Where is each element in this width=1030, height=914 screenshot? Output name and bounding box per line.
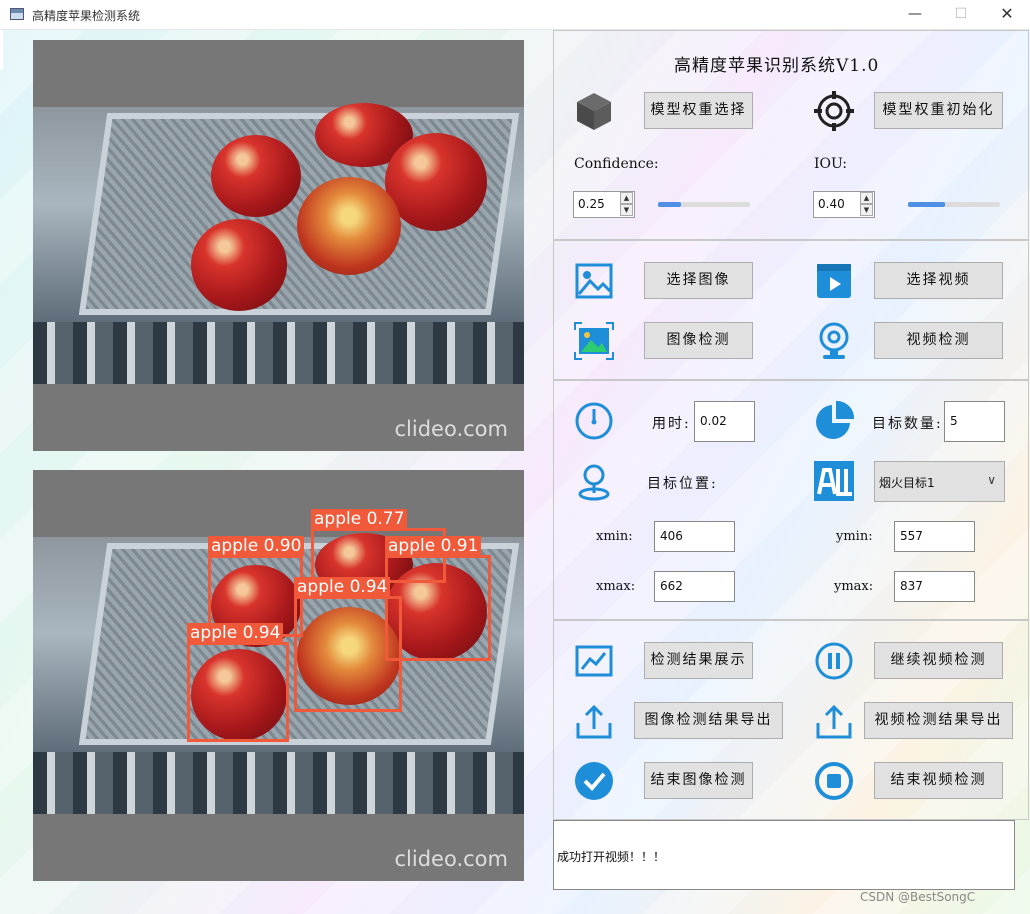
title-bar: 高精度苹果检测系统 — ☐ ✕ [0, 0, 1030, 30]
watermark: clideo.com [394, 417, 508, 441]
init-weights-button[interactable]: 模型权重初始化 [874, 92, 1003, 129]
xmax-label: xmax: [596, 579, 636, 594]
apple-image [297, 177, 401, 275]
detection-image-panel: apple 0.77 apple 0.90 apple 0.91 apple 0… [33, 470, 524, 881]
end-image-button[interactable]: 结束图像检测 [644, 762, 753, 799]
window-edge [0, 30, 3, 70]
cube-icon [577, 93, 611, 130]
spin-down-icon[interactable]: ▼ [620, 204, 633, 216]
select-image-button[interactable]: 选择图像 [644, 262, 753, 299]
app-icon [10, 8, 24, 20]
image-detect-button[interactable]: 图像检测 [644, 322, 753, 359]
image-detect-icon [574, 322, 614, 360]
iou-slider[interactable] [908, 202, 1000, 207]
model-section: 高精度苹果识别系统V1.0 模型权重选择 模型权重初始化 Confidence:… [553, 30, 1029, 240]
ymin-field[interactable]: 557 [894, 521, 975, 552]
count-label: 目标数量: [872, 416, 943, 432]
minimize-button[interactable]: — [892, 0, 938, 30]
target-select-value: 烟火目标1 [879, 476, 935, 490]
xmax-field[interactable]: 662 [654, 571, 735, 602]
detection-label: apple 0.77 [311, 509, 408, 529]
apple-image [385, 133, 487, 231]
pie-chart-icon [816, 401, 854, 439]
spin-up-icon[interactable]: ▲ [860, 192, 873, 204]
close-button[interactable]: ✕ [984, 0, 1030, 30]
detection-box: apple 0.94 [294, 577, 402, 712]
status-log: 成功打开视频！！！ [553, 820, 1015, 890]
time-field[interactable]: 0.02 [694, 401, 755, 442]
iou-label: IOU: [814, 156, 848, 172]
window-title: 高精度苹果检测系统 [32, 9, 141, 23]
check-circle-icon [575, 762, 613, 800]
confidence-label: Confidence: [574, 156, 659, 172]
line-chart-icon [575, 645, 613, 677]
target-select[interactable]: 烟火目标1 ∨ [874, 461, 1005, 502]
time-label: 用时: [652, 416, 691, 432]
xmin-label: xmin: [596, 529, 633, 544]
position-label: 目标位置: [647, 476, 718, 492]
detection-label: apple 0.94 [294, 577, 391, 597]
spin-down-icon[interactable]: ▼ [860, 204, 873, 216]
detection-label: apple 0.90 [208, 536, 305, 556]
pause-icon [815, 642, 853, 680]
export-video-button[interactable]: 视频检测结果导出 [864, 702, 1013, 739]
image-icon [575, 263, 613, 299]
continue-video-button[interactable]: 继续视频检测 [874, 642, 1003, 679]
video-icon [817, 264, 851, 298]
stats-section: 用时: 0.02 目标数量: 5 目标位置: 烟火目标1 ∨ xmin: 406… [553, 380, 1029, 620]
original-image-panel: clideo.com [33, 40, 524, 451]
iou-spinbox[interactable]: 0.40 ▲ ▼ [813, 191, 875, 218]
ymin-label: ymin: [836, 529, 873, 544]
detection-box: apple 0.94 [187, 623, 289, 742]
detection-label: apple 0.91 [385, 536, 482, 556]
results-section: 检测结果展示 继续视频检测 图像检测结果导出 视频检测结果导出 结束图像检测 结… [553, 620, 1029, 820]
ymax-field[interactable]: 837 [894, 571, 975, 602]
upload-icon [576, 704, 612, 739]
confidence-spinbox[interactable]: 0.25 ▲ ▼ [573, 191, 635, 218]
chevron-down-icon: ∨ [987, 473, 996, 487]
location-pin-icon [578, 464, 610, 501]
iou-value: 0.40 [818, 197, 845, 211]
apple-image [191, 219, 287, 311]
export-image-button[interactable]: 图像检测结果导出 [634, 702, 783, 739]
all-targets-icon [814, 461, 854, 501]
stop-icon [815, 762, 853, 800]
confidence-value: 0.25 [578, 197, 605, 211]
select-video-button[interactable]: 选择视频 [874, 262, 1003, 299]
confidence-slider[interactable] [658, 202, 750, 207]
ymax-label: ymax: [834, 579, 874, 594]
webcam-icon [819, 322, 849, 359]
upload-icon [816, 704, 852, 739]
page-title: 高精度苹果识别系统V1.0 [674, 56, 880, 76]
watermark: clideo.com [394, 847, 508, 871]
timer-icon [575, 402, 613, 440]
confidence-slider-fill [658, 202, 681, 207]
footer-credit: CSDN @BestSongC [860, 890, 976, 904]
end-video-button[interactable]: 结束视频检测 [874, 762, 1003, 799]
iou-slider-fill [908, 202, 945, 207]
count-field[interactable]: 5 [944, 401, 1005, 442]
target-icon [814, 91, 854, 131]
status-log-text: 成功打开视频！！！ [557, 850, 666, 864]
xmin-field[interactable]: 406 [654, 521, 735, 552]
select-weights-button[interactable]: 模型权重选择 [644, 92, 753, 129]
spin-up-icon[interactable]: ▲ [620, 192, 633, 204]
maximize-button[interactable]: ☐ [938, 0, 984, 30]
detection-label: apple 0.94 [187, 623, 284, 643]
input-section: 选择图像 选择视频 图像检测 视频检测 [553, 240, 1029, 380]
apple-image [211, 135, 301, 217]
original-image-scene [33, 103, 524, 384]
show-results-button[interactable]: 检测结果展示 [644, 642, 753, 679]
video-detect-button[interactable]: 视频检测 [874, 322, 1003, 359]
